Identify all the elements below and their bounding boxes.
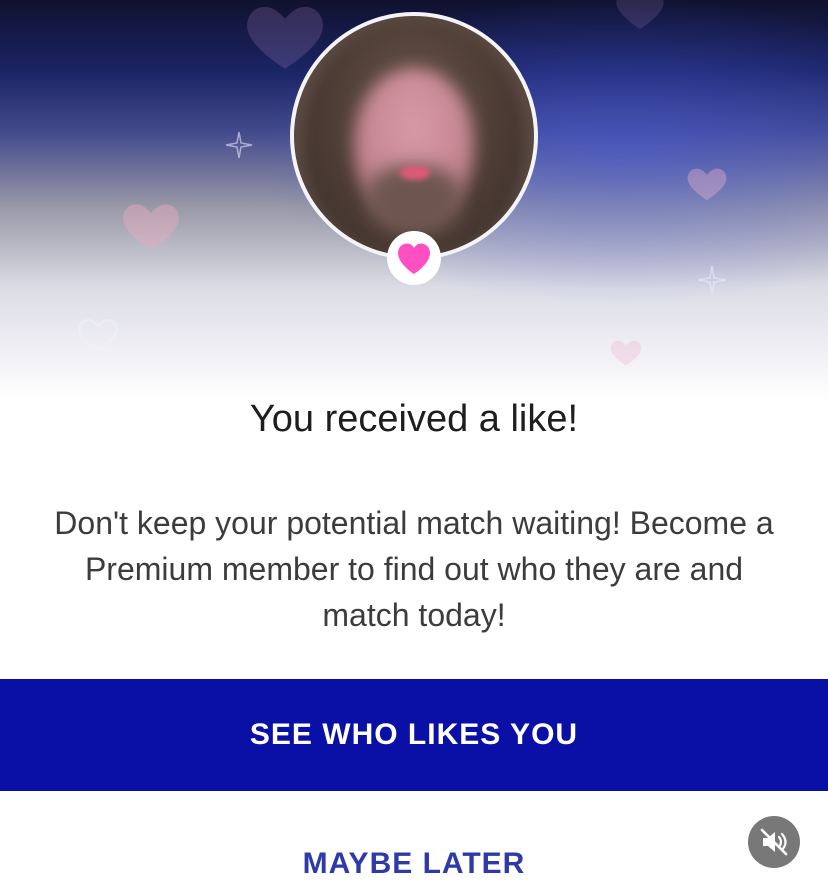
avatar-lips	[400, 166, 430, 180]
dialog-title: You received a like!	[249, 398, 579, 440]
dialog-message: Don't keep your potential match waiting!…	[54, 505, 774, 633]
hero-background	[0, 0, 828, 400]
decorative-heart-icon	[610, 340, 642, 366]
mute-toggle-button[interactable]	[748, 816, 800, 868]
speaker-muted-icon	[760, 828, 788, 856]
like-notification-screen: You received a like! Don't keep your pot…	[0, 0, 828, 888]
decorative-heart-icon	[78, 318, 118, 353]
blurred-profile-photo	[290, 12, 538, 260]
decorative-heart-icon	[687, 168, 727, 201]
sparkle-icon	[225, 131, 253, 159]
see-who-likes-you-button[interactable]: SEE WHO LIKES YOU	[0, 679, 828, 791]
sparkle-icon	[697, 265, 727, 295]
maybe-later-button[interactable]: MAYBE LATER	[214, 836, 614, 888]
profile-avatar-group	[290, 12, 538, 285]
decorative-heart-icon	[123, 204, 179, 250]
decorative-heart-icon	[616, 0, 664, 29]
heart-icon	[387, 231, 441, 285]
